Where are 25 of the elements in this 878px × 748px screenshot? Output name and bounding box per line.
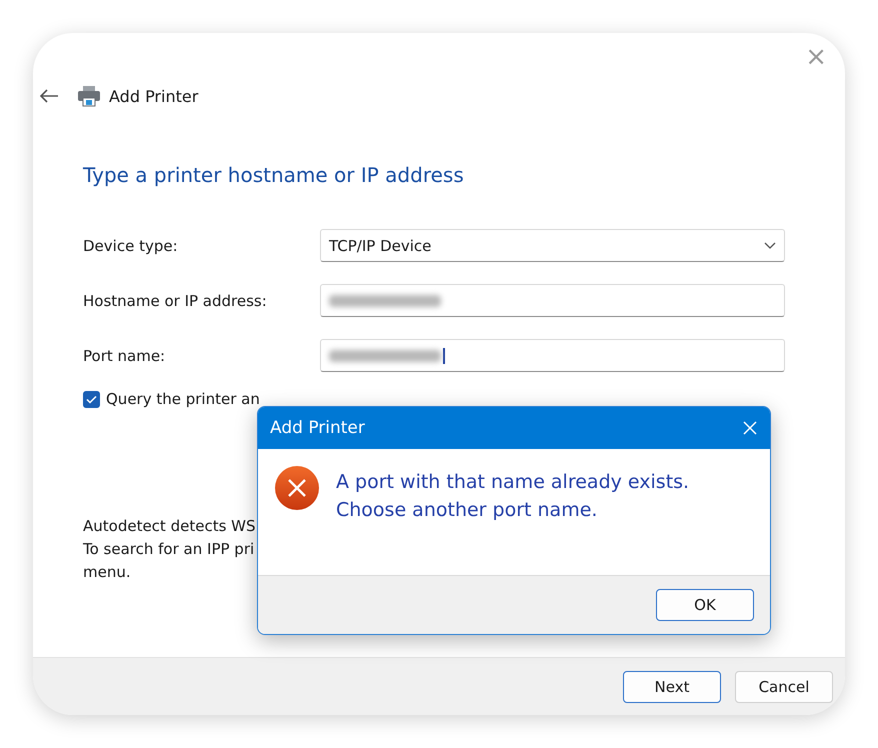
description-text: menu. <box>83 562 132 582</box>
dialog-title: Add Printer <box>270 418 365 438</box>
description-text: To search for an IPP pri <box>83 539 256 559</box>
next-button[interactable]: Next <box>623 670 721 702</box>
page-heading: Type a printer hostname or IP address <box>83 163 465 187</box>
checkbox-label: Query the printer an <box>106 390 260 408</box>
ok-button[interactable]: OK <box>656 589 754 621</box>
back-arrow-icon[interactable] <box>39 88 59 104</box>
close-icon[interactable] <box>742 420 758 436</box>
field-label: Device type: <box>83 236 179 254</box>
input-field[interactable] <box>320 284 785 317</box>
error-message: A port with that name already exists. <box>336 471 690 493</box>
error-message: Choose another port name. <box>336 499 598 521</box>
field-label: Port name: <box>83 346 166 364</box>
device-type-dropdown[interactable]: TCP/IP Device <box>320 229 785 262</box>
description-text: Autodetect detects WS <box>83 516 257 536</box>
window-title: Add Printer <box>109 86 198 106</box>
field-label: Hostname or IP address: <box>83 292 268 310</box>
chevron-down-icon <box>764 242 776 250</box>
cancel-button[interactable]: Cancel <box>735 670 833 702</box>
checkmark-icon <box>86 394 97 404</box>
checkbox[interactable] <box>83 390 100 408</box>
error-icon <box>274 465 320 511</box>
input-field[interactable] <box>320 339 785 372</box>
printer-icon <box>77 85 101 107</box>
